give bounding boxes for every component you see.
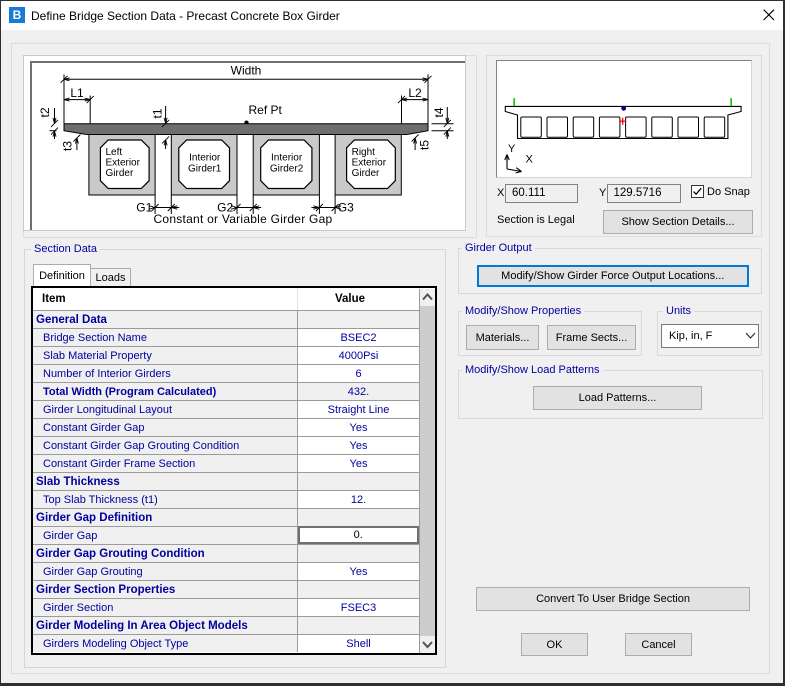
svg-text:L1: L1: [70, 86, 84, 100]
svg-text:Exterior: Exterior: [352, 157, 387, 168]
svg-text:Constant or Variable Girder Ga: Constant or Variable Girder Gap: [154, 212, 333, 226]
svg-text:Exterior: Exterior: [106, 157, 141, 168]
svg-text:Interior: Interior: [271, 152, 303, 163]
svg-text:Interior: Interior: [189, 152, 221, 163]
svg-text:Ref Pt: Ref Pt: [249, 103, 283, 117]
svg-text:Right: Right: [352, 147, 376, 158]
svg-text:t1: t1: [151, 108, 165, 118]
svg-text:Girder: Girder: [106, 168, 134, 179]
svg-text:Left: Left: [106, 147, 123, 158]
svg-text:G3: G3: [338, 201, 354, 215]
svg-text:G1: G1: [136, 201, 152, 215]
svg-text:X: X: [526, 154, 534, 166]
svg-text:t2: t2: [38, 107, 52, 117]
svg-text:L2: L2: [408, 86, 422, 100]
svg-text:t5: t5: [418, 140, 432, 150]
svg-text:t3: t3: [61, 141, 75, 151]
svg-text:t4: t4: [432, 107, 446, 117]
svg-text:Girder: Girder: [352, 168, 380, 179]
svg-text:Girder1: Girder1: [188, 163, 222, 174]
svg-text:Y: Y: [508, 143, 516, 155]
svg-text:Girder2: Girder2: [270, 163, 304, 174]
svg-text:Width: Width: [231, 64, 262, 78]
